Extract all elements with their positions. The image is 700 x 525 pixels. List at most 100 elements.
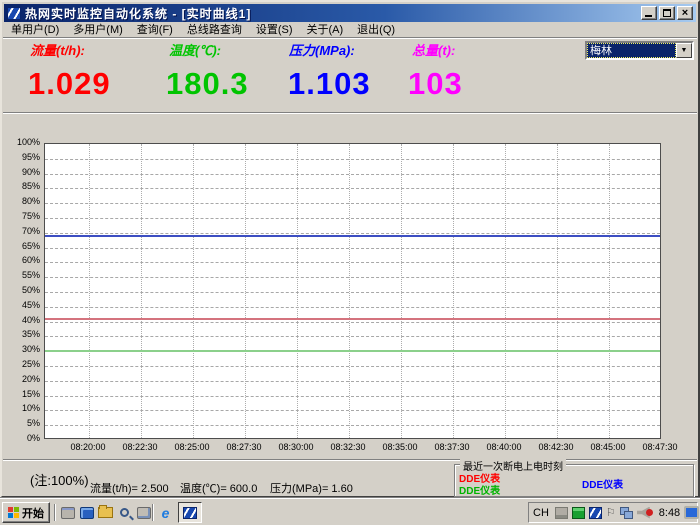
vertical-gridline xyxy=(349,144,350,438)
green-card-icon[interactable] xyxy=(572,507,585,519)
divider xyxy=(54,504,56,521)
language-indicator[interactable]: CH xyxy=(533,507,551,519)
app-tray-icon[interactable] xyxy=(589,507,602,519)
y-tick-label: 0% xyxy=(8,433,40,443)
y-tick-label: 15% xyxy=(8,389,40,399)
horizontal-gridline xyxy=(45,336,660,337)
y-tick-label: 40% xyxy=(8,315,40,325)
start-button[interactable]: 开始 xyxy=(2,502,50,523)
pressure-fullscale-label: 压力(MPa)= 1.60 xyxy=(270,480,353,496)
horizontal-gridline xyxy=(45,174,660,175)
y-tick-label: 60% xyxy=(8,255,40,265)
titlebar[interactable]: 热网实时监控自动化系统 - [实时曲线1] × xyxy=(4,4,696,22)
horizontal-gridline xyxy=(45,396,660,397)
menu-exit[interactable]: 退出(Q) xyxy=(350,21,402,37)
station-combobox-value[interactable]: 梅林 xyxy=(587,43,676,58)
x-tick-label: 08:27:30 xyxy=(218,442,270,452)
taskbar: 开始 e CH ⚐ 8:48 xyxy=(0,498,700,525)
y-tick-label: 85% xyxy=(8,181,40,191)
horizontal-gridline xyxy=(45,188,660,189)
vertical-gridline xyxy=(141,144,142,438)
chart-plot-area xyxy=(44,143,661,439)
start-button-label: 开始 xyxy=(22,505,44,521)
x-tick-label: 08:32:30 xyxy=(322,442,374,452)
vertical-gridline xyxy=(401,144,402,438)
total-label: 总量(t): xyxy=(412,40,455,59)
menu-bus-route-query[interactable]: 总线路查询 xyxy=(180,21,249,37)
menu-query[interactable]: 查询(F) xyxy=(130,21,180,37)
y-tick-label: 20% xyxy=(8,374,40,384)
menu-about[interactable]: 关于(A) xyxy=(300,21,351,37)
pressure-value: 1.103 xyxy=(288,66,371,102)
x-tick-label: 08:47:30 xyxy=(634,442,686,452)
close-icon: × xyxy=(678,7,692,19)
vertical-gridline xyxy=(297,144,298,438)
internet-explorer-icon[interactable]: e xyxy=(157,504,174,521)
vertical-gridline xyxy=(245,144,246,438)
y-tick-label: 90% xyxy=(8,167,40,177)
desktop: 热网实时监控自动化系统 - [实时曲线1] × 单用户(D) 多用户(M) 查询… xyxy=(0,0,700,525)
y-tick-label: 95% xyxy=(8,152,40,162)
horizontal-gridline xyxy=(45,292,660,293)
horizontal-gridline xyxy=(45,381,660,382)
network-icon[interactable] xyxy=(620,507,633,519)
my-computer-icon[interactable] xyxy=(59,504,76,521)
y-tick-label: 25% xyxy=(8,359,40,369)
window-title: 热网实时监控自动化系统 - [实时曲线1] xyxy=(25,5,251,22)
printer-icon[interactable] xyxy=(555,507,568,519)
horizontal-gridline xyxy=(45,159,660,160)
menu-settings[interactable]: 设置(S) xyxy=(249,21,300,37)
blue-app-icon[interactable] xyxy=(78,504,95,521)
y-tick-label: 100% xyxy=(8,137,40,147)
horizontal-gridline xyxy=(45,233,660,234)
show-desktop-icon[interactable] xyxy=(135,504,152,521)
restore-button[interactable] xyxy=(659,6,675,20)
flow-fullscale-label: 流量(t/h)= 2.500 xyxy=(90,480,169,496)
y-tick-label: 35% xyxy=(8,329,40,339)
y-tick-label: 75% xyxy=(8,211,40,221)
x-tick-label: 08:35:00 xyxy=(374,442,426,452)
horizontal-gridline xyxy=(45,425,660,426)
flow-label: 流量(t/h): xyxy=(30,40,85,59)
power-event-groupbox: 最近一次断电上电时刻 DDE仪表 DDE仪表 DDE仪表 xyxy=(454,464,694,497)
taskbar-clock[interactable]: 8:48 xyxy=(659,507,680,519)
combobox-dropdown-button[interactable]: ▼ xyxy=(676,43,692,58)
y-tick-label: 80% xyxy=(8,196,40,206)
station-combobox[interactable]: 梅林 ▼ xyxy=(585,41,694,60)
horizontal-gridline xyxy=(45,366,660,367)
monitor-icon[interactable] xyxy=(684,506,699,519)
close-button[interactable]: × xyxy=(677,6,693,20)
minimize-button[interactable] xyxy=(641,6,657,20)
menu-multi-user[interactable]: 多用户(M) xyxy=(66,21,130,37)
vertical-gridline xyxy=(609,144,610,438)
menubar: 单用户(D) 多用户(M) 查询(F) 总线路查询 设置(S) 关于(A) 退出… xyxy=(4,22,696,36)
series-line-2 xyxy=(45,350,660,352)
temperature-value: 180.3 xyxy=(166,66,249,102)
horizontal-gridline xyxy=(45,248,660,249)
y-tick-label: 10% xyxy=(8,403,40,413)
dde-meter-3: DDE仪表 xyxy=(582,476,623,491)
horizontal-gridline xyxy=(45,307,660,308)
x-tick-label: 08:40:00 xyxy=(478,442,530,452)
chevron-down-icon: ▼ xyxy=(681,47,688,54)
series-line-1 xyxy=(45,318,660,320)
flag-icon[interactable]: ⚐ xyxy=(606,507,616,519)
app-taskbar-button[interactable] xyxy=(178,502,202,523)
search-icon[interactable] xyxy=(116,504,133,521)
minimize-icon xyxy=(645,15,652,17)
total-value: 103 xyxy=(408,66,463,102)
horizontal-gridline xyxy=(45,322,660,323)
menu-single-user[interactable]: 单用户(D) xyxy=(4,21,66,37)
flow-value: 1.029 xyxy=(28,66,111,102)
x-tick-label: 08:45:00 xyxy=(582,442,634,452)
app-window: 热网实时监控自动化系统 - [实时曲线1] × 单用户(D) 多用户(M) 查询… xyxy=(0,0,700,498)
temperature-fullscale-label: 温度(℃)= 600.0 xyxy=(180,480,257,496)
y-tick-label: 45% xyxy=(8,300,40,310)
x-tick-label: 08:42:30 xyxy=(530,442,582,452)
scale-note: (注:100%) xyxy=(30,470,89,489)
vertical-gridline xyxy=(89,144,90,438)
horizontal-gridline xyxy=(45,410,660,411)
folder-icon[interactable] xyxy=(97,504,114,521)
divider xyxy=(152,504,154,521)
temperature-label: 温度(℃): xyxy=(169,40,221,59)
